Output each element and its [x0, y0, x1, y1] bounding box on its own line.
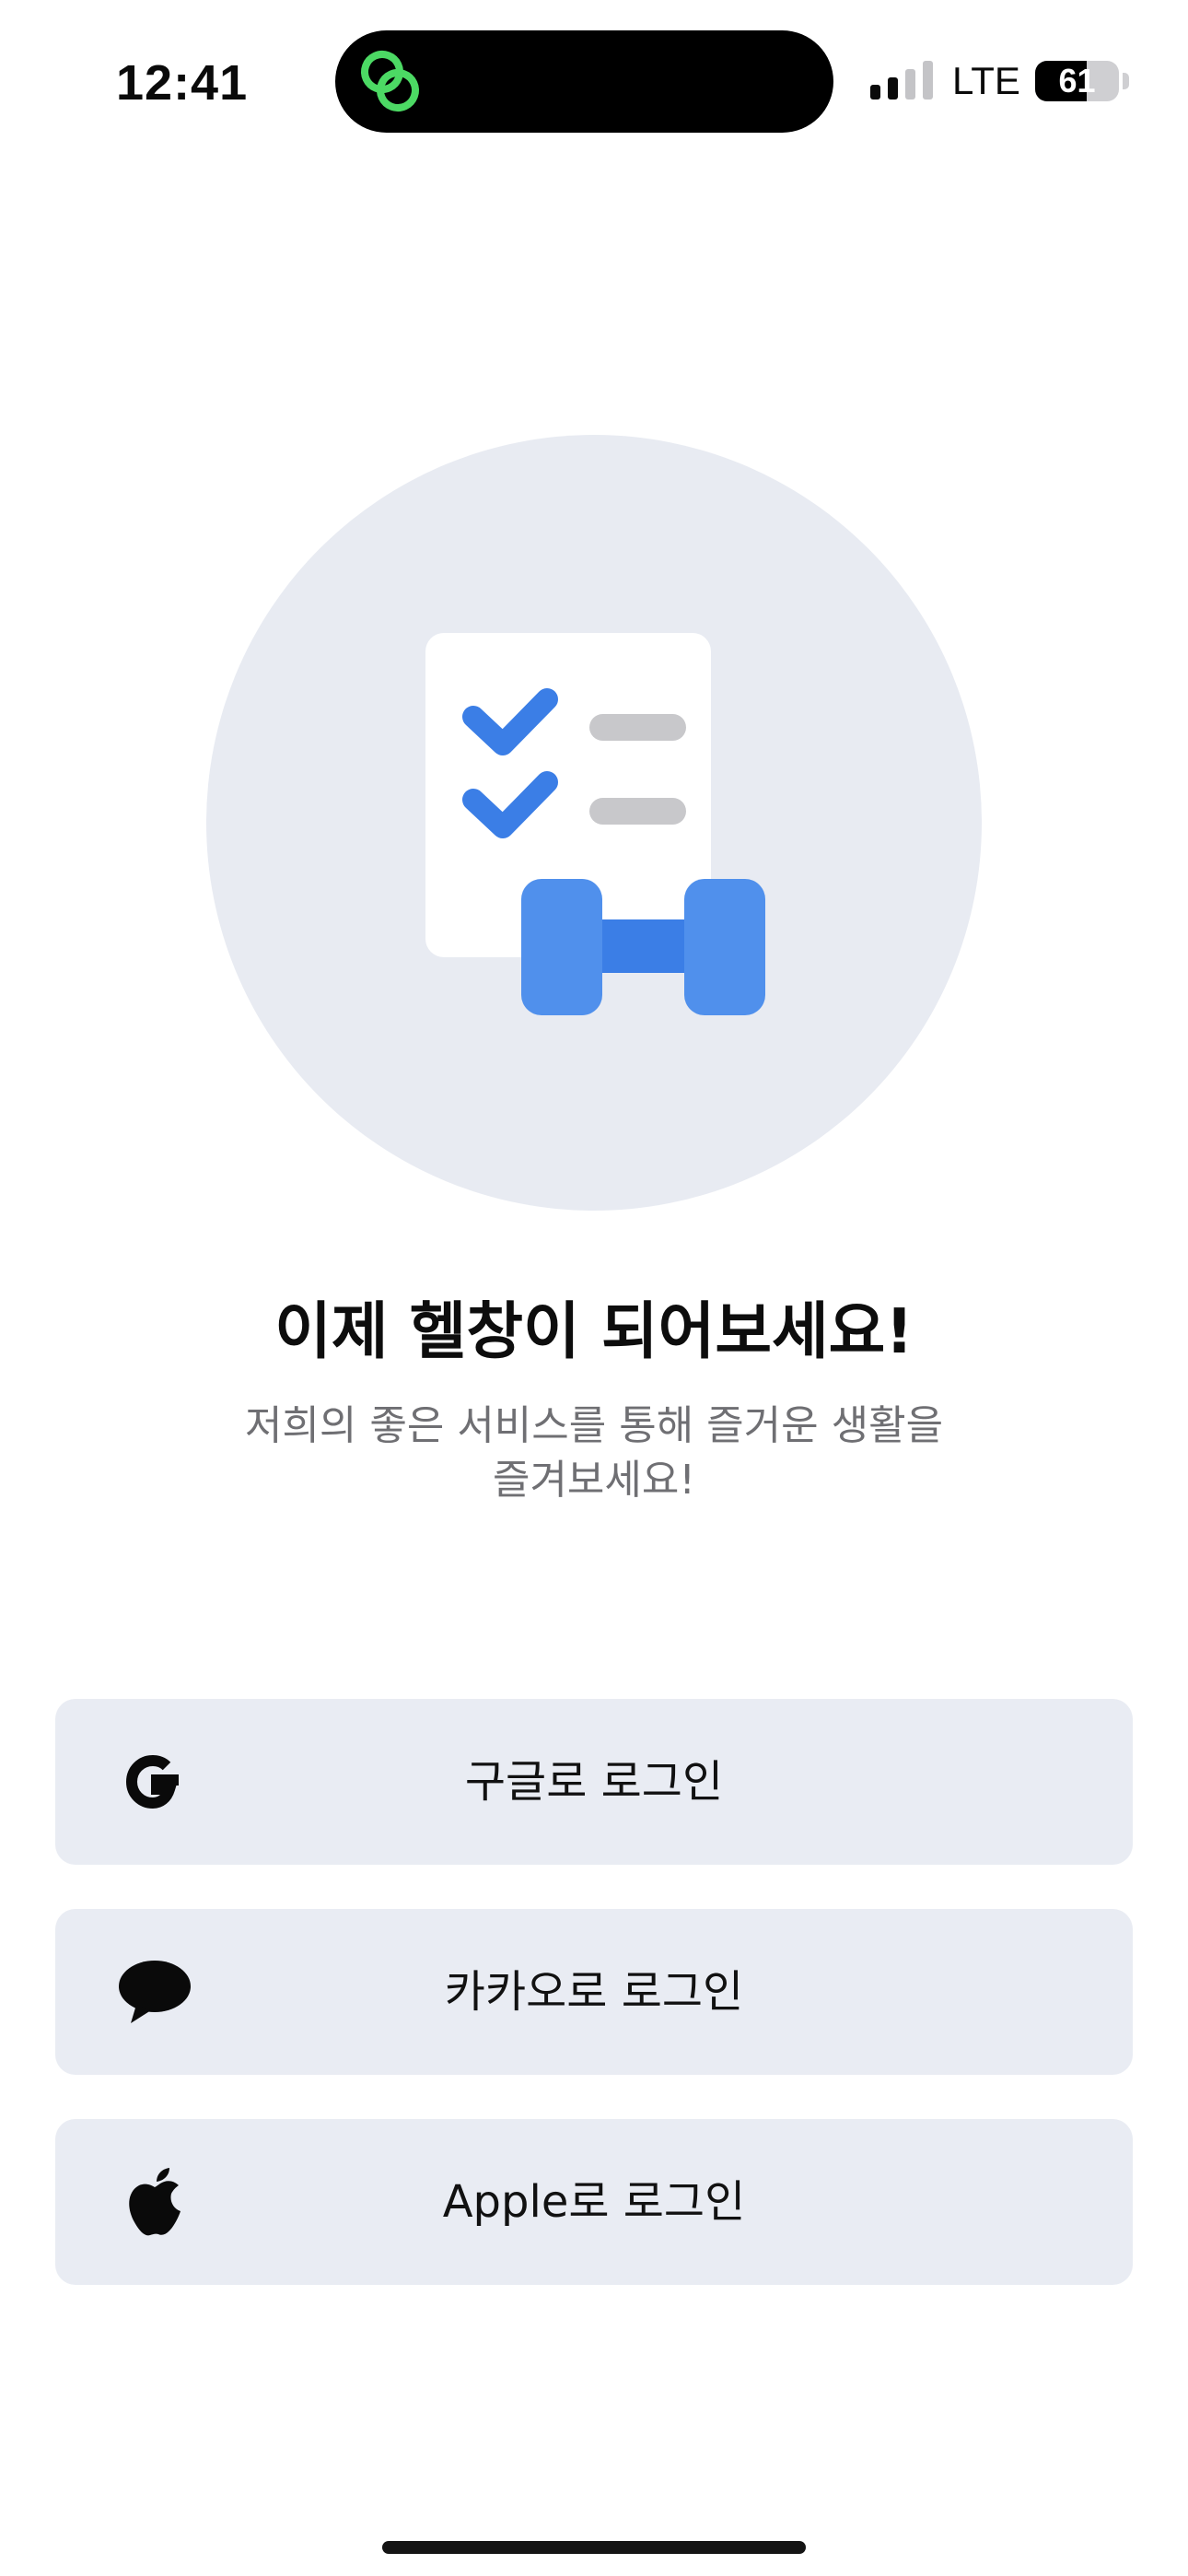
- battery-level: 61: [1058, 62, 1096, 100]
- kakao-login-button[interactable]: 카카오로 로그인: [55, 1909, 1133, 2075]
- page-title: 이제 헬창이 되어보세요!: [274, 1295, 914, 1367]
- cellular-signal-icon: [870, 61, 933, 100]
- apple-login-label: Apple로 로그인: [442, 2176, 746, 2228]
- status-time: 12:41: [116, 55, 249, 111]
- dumbbell-weight: [684, 879, 765, 1015]
- page-subtitle: 저희의 좋은 서비스를 통해 즐거운 생활을 즐겨보세요!: [244, 1402, 944, 1504]
- network-type: LTE: [952, 59, 1020, 102]
- kakao-login-label: 카카오로 로그인: [444, 1966, 744, 2018]
- link-icon: [361, 51, 419, 111]
- dumbbell-weight: [521, 879, 602, 1015]
- google-login-button[interactable]: 구글로 로그인: [55, 1699, 1133, 1865]
- battery-icon: 61: [1035, 61, 1119, 101]
- battery-cap: [1123, 73, 1129, 89]
- checklist-dumbbell-illustration: [425, 633, 765, 1015]
- google-login-label: 구글로 로그인: [464, 1756, 724, 1808]
- text-line: [589, 714, 686, 741]
- dumbbell-bar: [593, 919, 685, 973]
- text-line: [589, 798, 686, 825]
- home-indicator[interactable]: [382, 2541, 806, 2554]
- dynamic-island: [335, 30, 833, 133]
- apple-login-button[interactable]: Apple로 로그인: [55, 2119, 1133, 2285]
